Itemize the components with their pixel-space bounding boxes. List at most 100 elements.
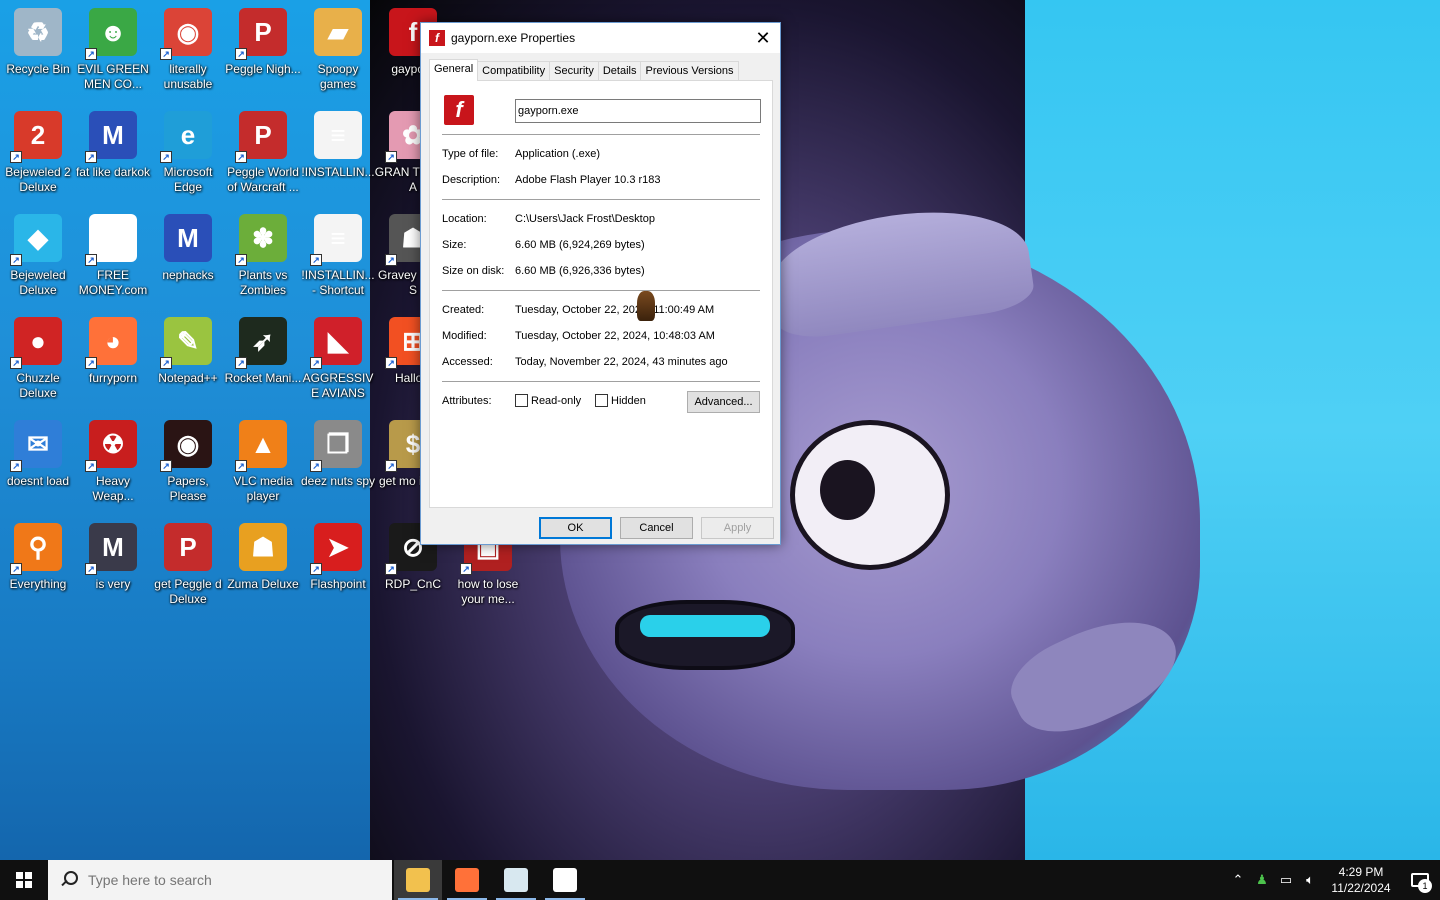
taskbar-app-button[interactable] <box>541 860 589 900</box>
desktop-icon-label: how to lose your me... <box>457 577 519 606</box>
tab-strip: General Compatibility Security Details P… <box>429 59 739 81</box>
tab-general[interactable]: General <box>429 59 479 81</box>
checkbox-box[interactable] <box>595 394 608 407</box>
clock[interactable]: 4:29 PM 11/22/2024 <box>1322 864 1400 896</box>
desktop-icon[interactable]: Pget Peggle d Deluxe <box>150 517 226 617</box>
desktop-icon[interactable]: P ↗ Peggle Nigh... <box>225 2 301 102</box>
ok-button[interactable]: OK <box>539 517 612 539</box>
desktop-icon[interactable]: ☗ Zuma Deluxe <box>225 517 301 617</box>
desktop-icon[interactable]: ↗ FREE MONEY.com <box>75 208 151 308</box>
taskbar-app-button[interactable] <box>443 860 491 900</box>
notification-center-button[interactable]: 1 <box>1400 860 1440 900</box>
desktop-icon[interactable]: M ↗ is very <box>75 517 151 617</box>
desktop-icon-label: Plants vs Zombies <box>238 268 288 297</box>
text-file-icon: ≡ ↗ <box>310 214 362 266</box>
tab-security[interactable]: Security <box>549 61 599 81</box>
shortcut-arrow-icon: ↗ <box>385 357 397 369</box>
icon-glyph: $ <box>405 428 421 459</box>
desktop-icon[interactable]: ▰ Spoopy games <box>300 2 376 102</box>
desktop-icon-label: Zuma Deluxe <box>227 577 299 591</box>
notepadpp-icon: ✎ ↗ <box>160 317 212 369</box>
shield-mpi-icon: M ↗ <box>85 523 137 575</box>
desktop-icon[interactable]: ◕ ↗ furryporn <box>75 311 151 411</box>
file-name-field[interactable] <box>515 99 761 123</box>
shortcut-arrow-icon: ↗ <box>235 151 247 163</box>
volume-icon[interactable]: 🔈︎ <box>1298 860 1322 900</box>
advanced-button[interactable]: Advanced... <box>687 391 760 413</box>
desktop-icon[interactable]: ✎ ↗ Notepad++ <box>150 311 226 411</box>
desktop-icon[interactable]: e ↗ Microsoft Edge <box>150 105 226 205</box>
peggle-icon: P ↗ <box>235 8 287 60</box>
magnifier-icon: ⚲ ↗ <box>10 523 62 575</box>
desktop-icon[interactable]: ☢ ↗ Heavy Weap... <box>75 414 151 514</box>
firefox-icon: ◕ ↗ <box>85 317 137 369</box>
user-status-icon[interactable]: ♟ <box>1250 860 1274 900</box>
icon-glyph: 2 <box>30 119 46 150</box>
desktop-icon[interactable]: ◣ ↗ AGGRESSIVE AVIANS <box>300 311 376 411</box>
desktop-icon[interactable]: ❐ ↗ deez nuts spy <box>300 414 376 514</box>
icon-glyph: f <box>408 16 418 47</box>
taskbar-search-box[interactable] <box>48 860 392 900</box>
desktop-icon[interactable]: ✽ ↗ Plants vs Zombies <box>225 208 301 308</box>
desktop-icon[interactable]: ☻ ↗ EVIL GREEN MEN CO... <box>75 2 151 102</box>
icon-glyph: ▲ <box>250 428 276 459</box>
close-button[interactable]: ✕ <box>746 23 780 53</box>
tab-previous-versions[interactable]: Previous Versions <box>640 61 739 81</box>
checkbox-box[interactable] <box>515 394 528 407</box>
desktop-icon[interactable]: ◉ ↗ literally unusable <box>150 2 226 102</box>
size-label: Size: <box>442 239 467 251</box>
network-icon[interactable]: ▭ <box>1274 860 1298 900</box>
desktop-icon[interactable]: ♻ Recycle Bin <box>0 2 76 102</box>
desktop-icon[interactable]: Mnephacks <box>150 208 226 308</box>
shortcut-arrow-icon: ↗ <box>10 151 22 163</box>
chevron-up-icon[interactable]: ⌃ <box>1226 860 1250 900</box>
pvz-icon: ✽ ↗ <box>235 214 287 266</box>
icon-glyph: ❐ <box>326 428 350 459</box>
type-row: Type of file: Application (.exe) <box>442 148 600 160</box>
flashpoint-icon: ➤ ↗ <box>310 523 362 575</box>
start-button[interactable] <box>0 860 48 900</box>
desktop-icon[interactable]: ➶ ↗ Rocket Mani... <box>225 311 301 411</box>
desktop-icon-label: AGGRESSIVE AVIANS <box>302 371 374 400</box>
tab-compatibility[interactable]: Compatibility <box>477 61 551 81</box>
windows-stack-icon: ❐ ↗ <box>310 420 362 472</box>
desktop-icon[interactable]: ➤ ↗ Flashpoint <box>300 517 376 617</box>
desktop-icon[interactable]: ✉ ↗ doesnt load <box>0 414 76 514</box>
desktop-icon-label: Peggle World of Warcraft ... <box>227 165 299 194</box>
desktop-icon[interactable]: ◉ ↗ Papers, Please <box>150 414 226 514</box>
description-row: Description: Adobe Flash Player 10.3 r18… <box>442 174 661 186</box>
apply-button[interactable]: Apply <box>701 517 774 539</box>
icon-glyph: ≡ <box>330 222 346 253</box>
created-label: Created: <box>442 304 485 316</box>
desktop-icon[interactable]: ▲ ↗ VLC media player <box>225 414 301 514</box>
desktop-icon[interactable]: 2 ↗ Bejeweled 2 Deluxe <box>0 105 76 205</box>
cancel-button[interactable]: Cancel <box>620 517 693 539</box>
desktop-icon-label: !INSTALLIN... <box>301 165 375 179</box>
desktop-icon[interactable]: ≡ ↗ !INSTALLIN... - Shortcut <box>300 208 376 308</box>
icon-glyph: P <box>254 16 272 47</box>
tab-details[interactable]: Details <box>597 61 642 81</box>
created-value: Tuesday, October 22, 2024, 11:00:49 AM <box>515 304 715 316</box>
desktop-icon[interactable]: P ↗ Peggle World of Warcraft ... <box>225 105 301 205</box>
shortcut-arrow-icon: ↗ <box>235 357 247 369</box>
search-input[interactable] <box>88 872 368 888</box>
taskbar: ⌃ ♟ ▭ 🔈︎ 4:29 PM 11/22/2024 1 <box>0 860 1440 900</box>
mpi-icon: M <box>164 214 212 262</box>
rocket-icon: ➶ ↗ <box>235 317 287 369</box>
taskbar-app-button[interactable] <box>492 860 540 900</box>
icon-glyph: ◉ <box>176 16 200 47</box>
hidden-checkbox[interactable]: Hidden <box>595 394 646 407</box>
size-on-disk-value: 6.60 MB (6,926,336 bytes) <box>515 265 645 277</box>
taskbar-app-button[interactable] <box>394 860 442 900</box>
shortcut-arrow-icon: ↗ <box>385 151 397 163</box>
desktop-icon[interactable]: M ↗ fat like darkok <box>75 105 151 205</box>
desktop-icon[interactable]: ◆ ↗ Bejeweled Deluxe <box>0 208 76 308</box>
desktop-icon[interactable]: ⚲ ↗ Everything <box>0 517 76 617</box>
desktop-icon-label: fat like darkok <box>75 165 151 179</box>
desktop-icon[interactable]: ≡ !INSTALLIN... <box>300 105 376 205</box>
icon-glyph: ♻ <box>26 16 50 47</box>
icon-glyph: P <box>254 119 272 150</box>
dialog-titlebar[interactable]: f gayporn.exe Properties ✕ <box>421 23 780 53</box>
readonly-checkbox[interactable]: Read-only <box>515 394 581 407</box>
desktop-icon[interactable]: ● ↗ Chuzzle Deluxe <box>0 311 76 411</box>
